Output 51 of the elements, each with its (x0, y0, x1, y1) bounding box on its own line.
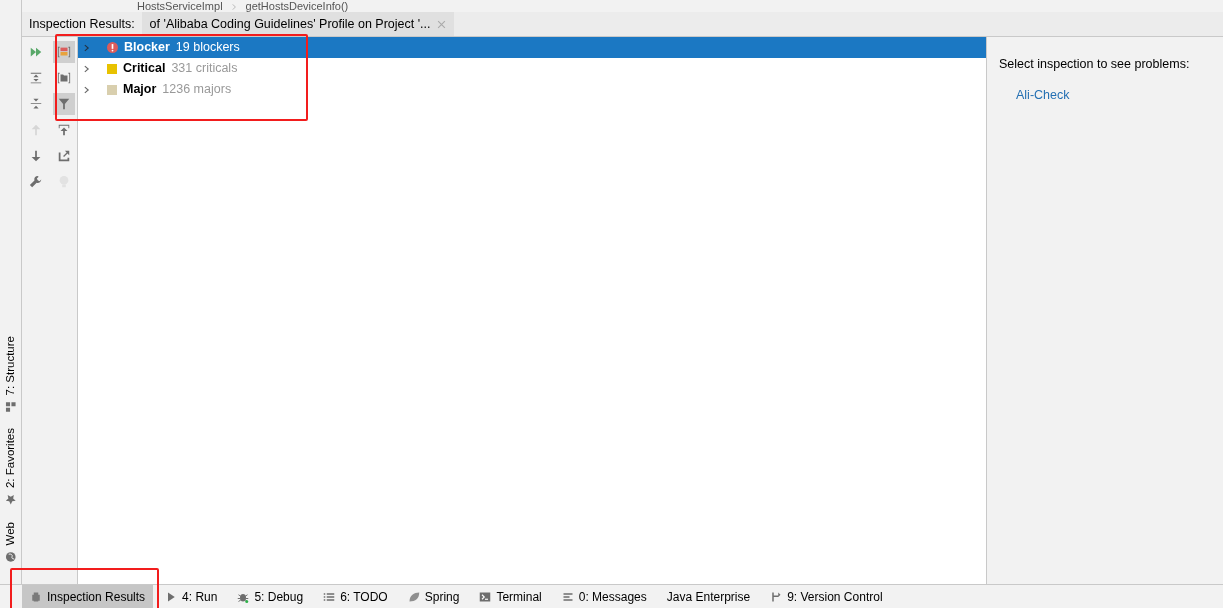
tool-window-button[interactable]: 4: Run (157, 585, 226, 608)
up-arrow-icon (29, 123, 43, 137)
problem-count: 331 criticals (171, 60, 238, 78)
autoscroll-icon (57, 123, 71, 137)
tool-window-button[interactable]: Web (1, 521, 20, 562)
list-icon (323, 590, 336, 603)
close-icon (436, 19, 446, 29)
details-message: Select inspection to see problems: (999, 56, 1191, 73)
severity-group-icon (57, 45, 71, 59)
severity-group-button[interactable] (53, 41, 75, 63)
chevron-icon (230, 2, 238, 12)
branch-icon (770, 590, 783, 603)
tool-window-button[interactable]: Inspection Results (22, 585, 154, 608)
lines-icon (561, 590, 574, 603)
tree-label: Blocker (124, 39, 170, 57)
tool-window-button[interactable]: 7: Structure (1, 336, 20, 413)
tool-window-button[interactable]: 5: Debug (229, 585, 312, 608)
structure-icon (5, 401, 16, 413)
panel-title: Inspection Results: (28, 15, 136, 33)
tool-window-button[interactable]: Java Enterprise (658, 585, 759, 608)
breadcrumb-item[interactable]: HostsServiceImpl (137, 0, 223, 12)
tool-window-button[interactable]: Terminal (471, 585, 550, 608)
tool-window-button[interactable]: 0: Messages (553, 585, 655, 608)
results-tab[interactable]: of 'Alibaba Coding Guidelines' Profile on Project '... (141, 12, 454, 36)
tool-window-button[interactable]: 2: Favorites (1, 428, 20, 506)
tree-row[interactable]: Critical 331 criticals (78, 58, 986, 79)
terminal-icon (479, 590, 492, 603)
breadcrumb-item[interactable]: getHostsDeviceInfo() (245, 0, 349, 12)
expand-all-icon (29, 71, 43, 85)
filter-button[interactable] (53, 93, 75, 115)
tree-row[interactable]: Blocker 19 blockers (78, 37, 986, 58)
filter-icon (57, 97, 71, 111)
tree-label: Major (123, 81, 157, 99)
tree-row[interactable]: Major 1236 majors (78, 79, 986, 100)
tool-window-button[interactable]: Spring (399, 585, 468, 608)
down-arrow-icon (29, 149, 43, 163)
run-icon (29, 45, 43, 59)
folder-icon (57, 71, 71, 85)
collapse-all-icon (29, 97, 43, 111)
inspector-icon (30, 590, 42, 603)
tree-label: Critical (123, 60, 166, 78)
star-icon (5, 494, 16, 506)
problem-count: 19 blockers (175, 39, 240, 57)
problem-count: 1236 majors (162, 81, 232, 99)
ali-check-link[interactable]: Ali-Check (1016, 85, 1070, 105)
tool-window-button[interactable]: 6: TODO (315, 585, 396, 608)
wrench-icon (29, 175, 43, 189)
tool-window-button[interactable]: 9: Version Control (762, 585, 891, 608)
globe-icon (5, 551, 16, 562)
export-icon (57, 149, 71, 163)
leaf-icon (407, 590, 420, 603)
